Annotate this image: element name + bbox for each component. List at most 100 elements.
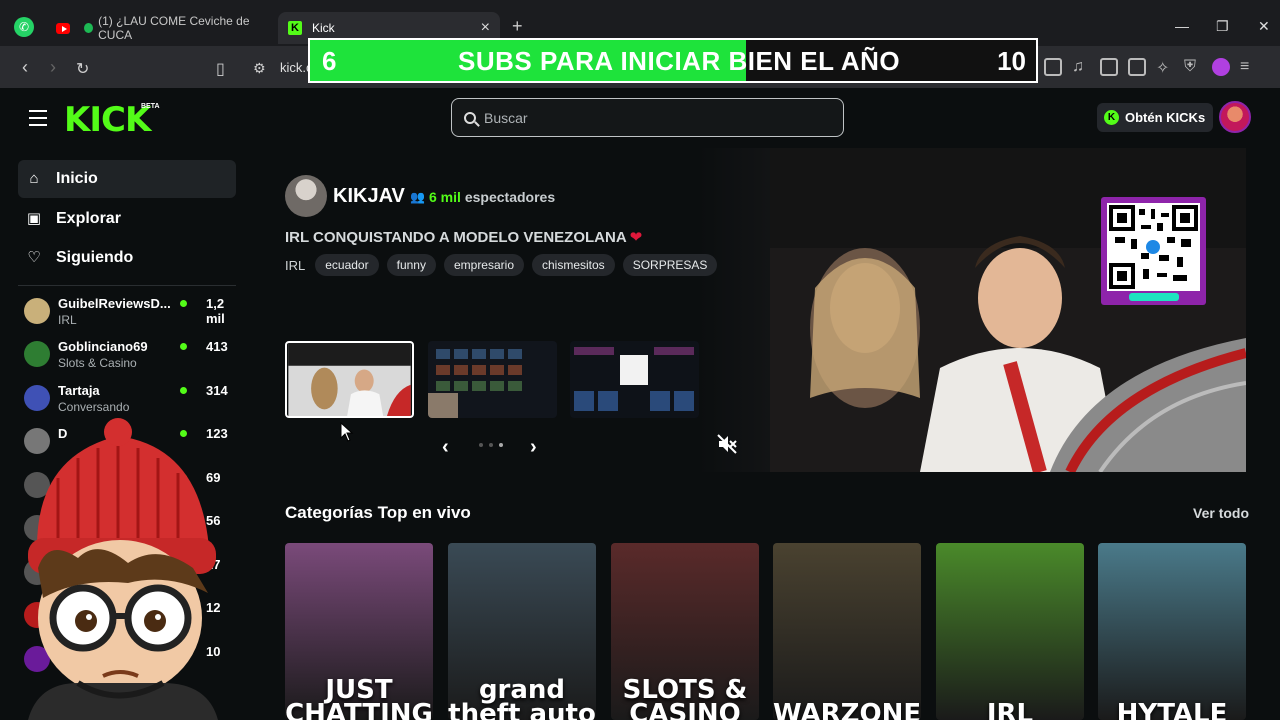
category-name: JUST CHATTING	[285, 675, 433, 720]
live-indicator-icon	[180, 343, 187, 350]
search-box[interactable]	[451, 98, 844, 137]
search-icon	[464, 111, 476, 124]
streamer-name[interactable]: KIKJAV	[333, 185, 405, 208]
home-icon: ⌂	[29, 170, 39, 187]
carousel-dot[interactable]	[489, 443, 493, 447]
qr-code	[1101, 197, 1206, 305]
whatsapp-icon[interactable]: ✆	[14, 17, 34, 37]
channel-viewer-count: 413	[206, 339, 228, 354]
kicks-coin-icon: K	[1104, 110, 1119, 125]
carousel-thumbnail[interactable]	[570, 341, 699, 418]
category-card[interactable]: IRL	[936, 543, 1084, 720]
youtube-icon	[56, 22, 71, 34]
channel-name: Goblinciano69	[58, 339, 148, 354]
see-all-link[interactable]: Ver todo	[1193, 505, 1249, 521]
close-tab-icon[interactable]: ×	[481, 19, 490, 37]
screenshot-icon[interactable]	[1044, 58, 1062, 76]
sidebar-item-inicio[interactable]: ⌂ Inicio	[18, 160, 236, 198]
heart-icon: ❤	[629, 229, 643, 246]
compass-icon: ▣	[26, 210, 42, 227]
category-name: grand theft auto	[448, 675, 596, 720]
carousel-dot[interactable]	[479, 443, 483, 447]
followed-channel-item[interactable]: Tartaja Conversando 314	[24, 383, 236, 419]
sidebar-divider	[18, 285, 236, 286]
category-card[interactable]: grand theft auto	[448, 543, 596, 720]
kick-favicon-icon: K	[288, 21, 302, 35]
category-name: HYTALE	[1116, 699, 1228, 720]
qr-code-image	[1107, 203, 1200, 291]
carousel-dots	[479, 443, 503, 447]
close-window-icon[interactable]: ✕	[1258, 18, 1270, 35]
user-avatar[interactable]	[1219, 101, 1251, 133]
tag[interactable]: SORPRESAS	[622, 254, 718, 276]
stream-title[interactable]: IRL CONQUISTANDO A MODELO VENEZOLANA ❤	[285, 228, 642, 246]
menu-icon[interactable]: ≡	[1240, 58, 1258, 76]
followed-channel-item[interactable]: GuibelReviewsD... IRL 1,2 mil	[24, 296, 236, 332]
get-kicks-button[interactable]: K Obtén KICKs	[1097, 103, 1213, 132]
followed-channel-item[interactable]: Goblinciano69 Slots & Casino 413	[24, 339, 236, 375]
tag[interactable]: empresario	[443, 254, 524, 276]
heart-icon: ♡	[27, 249, 41, 266]
sub-goal-banner: 6 SUBS PARA INICIAR BIEN EL AÑO 10	[308, 38, 1038, 83]
browser-toolbar-icons: ♫ ✧ ⛨ ≡	[1044, 58, 1258, 77]
streamer-avatar[interactable]	[285, 175, 327, 217]
tab-label: (1) ¿LAU COME Ceviche de CUCA	[98, 14, 250, 42]
category-card[interactable]: HYTALE	[1098, 543, 1246, 720]
streamer-cartoon-overlay	[28, 418, 218, 720]
sidebar-item-label: Siguiendo	[56, 249, 134, 266]
bookmark-icon[interactable]: ▯	[216, 59, 225, 79]
carousel-thumbnail-selected[interactable]	[285, 341, 414, 418]
channel-avatar	[24, 385, 50, 411]
sub-goal-target: 10	[997, 46, 1026, 76]
site-settings-icon[interactable]: ⚙	[253, 60, 266, 77]
sidebar-icon[interactable]	[1100, 58, 1118, 76]
sidebar-item-label: Inicio	[56, 170, 98, 187]
browser-tab-youtube[interactable]: (1) ¿LAU COME Ceviche de CUCA	[48, 12, 266, 44]
reload-icon[interactable]: ↻	[76, 59, 89, 79]
restore-icon[interactable]: ❐	[1216, 18, 1229, 35]
carousel-prev-button[interactable]: ‹	[442, 436, 449, 459]
recording-dot-icon	[84, 23, 94, 33]
forward-icon[interactable]: ›	[50, 57, 56, 78]
category-name: SLOTS & CASINO	[622, 675, 748, 720]
viewers-icon: 👥	[410, 190, 425, 204]
beta-badge: BETA	[141, 103, 160, 110]
shield-icon[interactable]: ⛨	[1184, 58, 1202, 76]
profile-icon[interactable]	[1212, 58, 1230, 76]
category-card[interactable]: WARZONE	[773, 543, 921, 720]
viewer-count-value: 6 mil	[428, 189, 461, 205]
mouse-cursor-icon	[340, 422, 354, 442]
category-card[interactable]: JUST CHATTING	[285, 543, 433, 720]
mute-icon[interactable]	[716, 433, 738, 455]
minimize-icon[interactable]: —	[1175, 18, 1189, 34]
channel-category: Conversando	[58, 400, 130, 414]
back-icon[interactable]: ‹	[22, 57, 28, 78]
live-indicator-icon	[180, 300, 187, 307]
tag[interactable]: ecuador	[315, 254, 379, 276]
carousel-next-button[interactable]: ›	[530, 436, 537, 459]
wallet-icon[interactable]	[1128, 58, 1146, 76]
sidebar-item-explorar[interactable]: ▣ Explorar	[18, 200, 236, 238]
kick-logo[interactable]: KICK	[64, 100, 151, 140]
new-tab-icon[interactable]: +	[512, 16, 523, 37]
tab-label: Kick	[312, 21, 335, 35]
stream-category[interactable]: IRL	[285, 258, 305, 273]
carousel-dot[interactable]	[499, 443, 503, 447]
tag[interactable]: funny	[386, 254, 436, 276]
channel-name: GuibelReviewsD...	[58, 296, 171, 311]
sidebar-item-siguiendo[interactable]: ♡ Siguiendo	[18, 239, 236, 277]
sub-goal-current: 6	[322, 46, 337, 76]
search-input[interactable]	[484, 109, 814, 126]
channel-avatar	[24, 298, 50, 324]
channel-category: IRL	[58, 313, 77, 327]
category-name: WARZONE	[773, 699, 921, 720]
channel-viewer-count: 314	[206, 383, 228, 398]
sparkle-icon[interactable]: ✧	[1156, 58, 1174, 77]
music-icon[interactable]: ♫	[1072, 58, 1090, 76]
channel-name: Tartaja	[58, 383, 100, 398]
category-card[interactable]: SLOTS & CASINO	[611, 543, 759, 720]
tag[interactable]: chismesitos	[532, 254, 615, 276]
hamburger-menu-icon[interactable]	[29, 110, 47, 131]
viewer-count: 👥 6 mil espectadores	[410, 189, 555, 205]
carousel-thumbnail[interactable]	[428, 341, 557, 418]
